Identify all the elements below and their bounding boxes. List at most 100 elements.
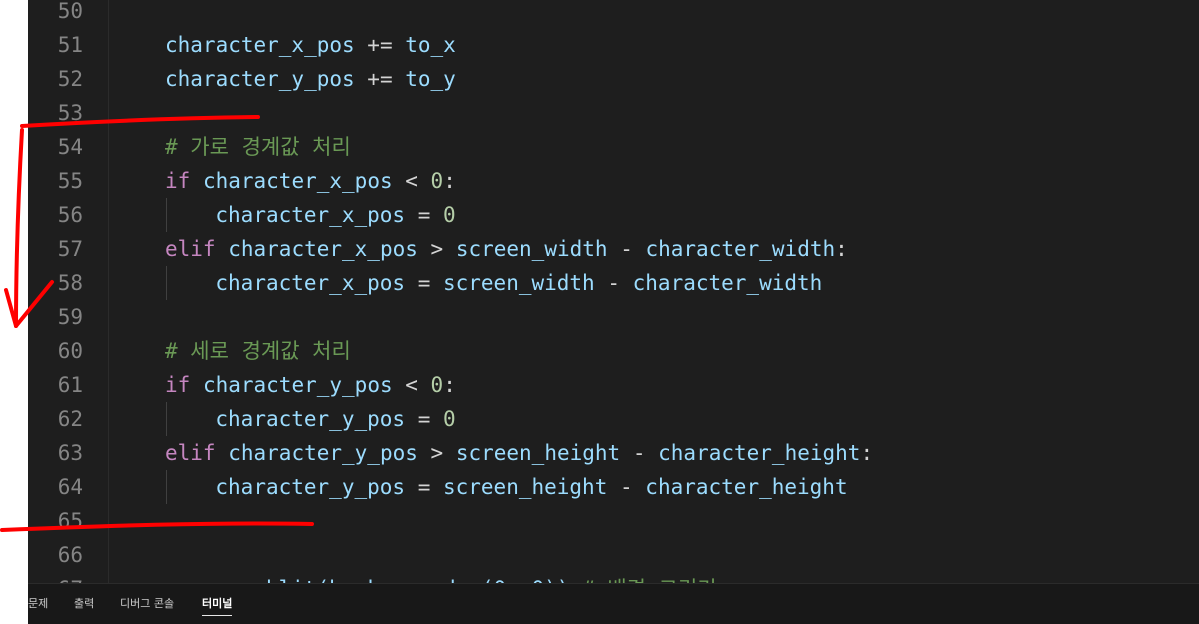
code-line: 62 character_y_pos = 0 <box>28 402 1199 436</box>
code-text: character_y_pos += to_y <box>165 62 456 96</box>
line-number: 53 <box>57 101 83 125</box>
code-token: = <box>405 271 443 295</box>
code-line: 67 blit(background, (0, 0)) # 배경 그리기 <box>28 572 1199 583</box>
code-token: > <box>417 237 456 261</box>
code-editor[interactable]: 50 51 character_x_pos += to_x 52 character_y… <box>28 0 1199 583</box>
code-line: 50 <box>28 0 1199 28</box>
code-token: # 가로 경계값 처리 <box>165 135 351 159</box>
code-token: 0 <box>442 203 456 227</box>
code-text: character_x_pos = screen_width - charact… <box>215 266 822 300</box>
line-number: 64 <box>57 475 83 499</box>
code-token: += <box>354 33 406 57</box>
code-text: character_y_pos = 0 <box>215 402 455 436</box>
code-token: to_y <box>405 67 456 91</box>
tab-output[interactable]: 출력 <box>74 595 94 611</box>
code-line: 54 # 가로 경계값 처리 <box>28 130 1199 164</box>
code-token: character_x_pos <box>165 33 355 57</box>
tab-problems[interactable]: 문제 <box>28 595 48 611</box>
code-line: 57 elif character_x_pos > screen_width - … <box>28 232 1199 266</box>
indent-guide <box>166 198 167 232</box>
code-text: character_x_pos += to_x <box>165 28 456 62</box>
code-token: if <box>165 169 191 193</box>
line-number: 57 <box>57 237 83 261</box>
code-token: character_x_pos <box>215 203 406 227</box>
code-token: # 세로 경계값 처리 <box>165 339 351 363</box>
code-token: character_height <box>645 475 848 499</box>
tab-debug-console[interactable]: 디버그 콘솔 <box>120 595 174 611</box>
code-token: < <box>392 373 431 397</box>
code-token: - <box>607 237 646 261</box>
code-token: > <box>417 441 456 465</box>
code-token: : <box>860 441 874 465</box>
code-line: 61 if character_y_pos < 0: <box>28 368 1199 402</box>
code-token: = <box>405 203 443 227</box>
code-text: blit(background, (0, 0)) # 배경 그리기 <box>215 572 717 583</box>
code-line: 55 if character_x_pos < 0: <box>28 164 1199 198</box>
code-token: elif <box>165 237 216 261</box>
code-line: 51 character_x_pos += to_x <box>28 28 1199 62</box>
code-token: += <box>354 67 406 91</box>
code-token: 0 <box>442 407 456 431</box>
code-token: character_x_pos <box>202 169 393 193</box>
code-token: character_y_pos <box>215 475 406 499</box>
code-token: 0 <box>430 169 444 193</box>
line-number: 52 <box>57 67 83 91</box>
code-token: if <box>165 373 191 397</box>
code-line: 64 character_y_pos = screen_height - char… <box>28 470 1199 504</box>
code-text: character_x_pos = 0 <box>215 198 455 232</box>
code-token: character_width <box>645 237 836 261</box>
code-text: if character_x_pos < 0: <box>165 164 456 198</box>
code-token: - <box>620 441 659 465</box>
line-number: 63 <box>57 441 83 465</box>
line-number: 58 <box>57 271 83 295</box>
code-token: character_y_pos <box>165 67 355 91</box>
code-token: 0 <box>430 373 444 397</box>
code-text: elif character_y_pos > screen_height - c… <box>165 436 873 470</box>
code-token: - <box>594 271 633 295</box>
code-token: - <box>607 475 646 499</box>
code-token: : <box>443 373 456 397</box>
code-text: if character_y_pos < 0: <box>165 368 456 402</box>
code-token: character_y_pos <box>228 441 418 465</box>
code-text: elif character_x_pos > screen_width - ch… <box>165 232 848 266</box>
code-token: character_y_pos <box>215 407 406 431</box>
line-number: 67 <box>28 572 83 583</box>
code-line: 66 <box>28 538 1199 572</box>
code-text: character_y_pos = screen_height - charac… <box>215 470 847 504</box>
code-token: character_x_pos <box>215 271 406 295</box>
code-token: character_height <box>658 441 861 465</box>
code-token: character_y_pos <box>202 373 393 397</box>
code-token: character_x_pos <box>228 237 418 261</box>
code-token: character_width <box>632 271 823 295</box>
line-number: 66 <box>57 543 83 567</box>
line-number: 59 <box>57 305 83 329</box>
code-token: screen_height <box>455 441 621 465</box>
indent-guide <box>166 402 167 436</box>
line-number: 54 <box>57 135 83 159</box>
line-number: 60 <box>57 339 83 363</box>
code-token: < <box>392 169 431 193</box>
code-line: 58 character_x_pos = screen_width - chara… <box>28 266 1199 300</box>
tab-terminal[interactable]: 터미널 <box>202 595 233 616</box>
code-token: screen_width <box>455 237 608 261</box>
code-token: = <box>405 407 443 431</box>
code-line: 56 character_x_pos = 0 <box>28 198 1199 232</box>
line-number: 55 <box>57 169 83 193</box>
code-text: # 가로 경계값 처리 <box>165 130 351 164</box>
code-token: screen_height <box>442 475 608 499</box>
code-line: 60 # 세로 경계값 처리 <box>28 334 1199 368</box>
code-line: 59 <box>28 300 1199 334</box>
code-token: elif <box>165 441 216 465</box>
code-line: 65 <box>28 504 1199 538</box>
code-token: : <box>835 237 848 261</box>
annotation-arrow-shaft <box>14 128 24 328</box>
indent-guide <box>166 266 167 300</box>
code-token: screen_width <box>442 271 595 295</box>
code-token: : <box>443 169 456 193</box>
code-token: = <box>405 475 443 499</box>
bottom-panel: 문제 출력 디버그 콘솔 터미널 <box>28 583 1199 624</box>
